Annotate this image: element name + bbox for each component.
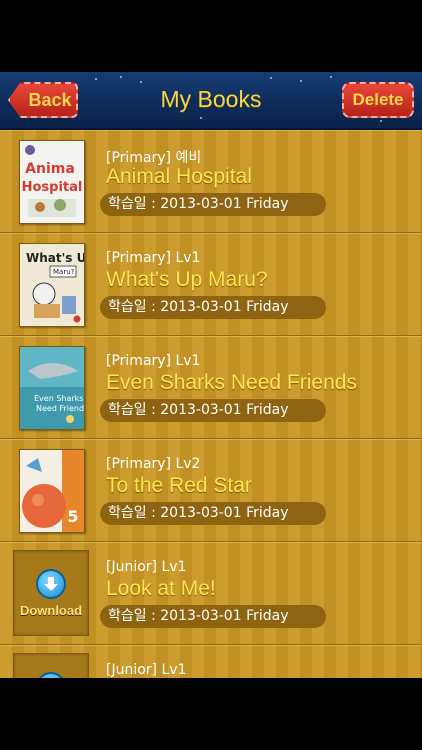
svg-text:Maru?: Maru?	[53, 268, 75, 276]
svg-text:Hospital: Hospital	[22, 180, 83, 195]
download-arrow-icon	[36, 672, 66, 678]
book-row[interactable]: Anima Hospital [Primary] 예비 Animal Hospi…	[0, 130, 422, 233]
book-cover: Anima Hospital	[19, 140, 85, 224]
book-title: Animal Hospital	[106, 165, 252, 188]
book-title: What's Up Maru?	[106, 268, 268, 291]
book-level: [Junior] Lv1	[106, 559, 187, 575]
svg-text:Anima: Anima	[25, 161, 75, 177]
download-button[interactable]	[13, 653, 89, 678]
book-list[interactable]: Anima Hospital [Primary] 예비 Animal Hospi…	[0, 130, 422, 678]
book-level: [Primary] Lv2	[106, 456, 201, 472]
app-screen: My Books Back Delete Anima Hospital [Pri…	[0, 0, 422, 750]
study-date: 학습일 : 2013-03-01 Friday	[100, 296, 326, 319]
book-cover: Even Sharks Need Friends	[19, 346, 85, 430]
svg-text:What's Up: What's Up	[26, 251, 84, 265]
study-date: 학습일 : 2013-03-01 Friday	[100, 399, 326, 422]
svg-text:Even Sharks: Even Sharks	[34, 394, 83, 403]
delete-button[interactable]: Delete	[342, 82, 414, 118]
download-button[interactable]: Download	[13, 550, 89, 636]
book-cover: What's Up Maru?	[19, 243, 85, 327]
book-row[interactable]: Even Sharks Need Friends [Primary] Lv1 E…	[0, 336, 422, 439]
book-row[interactable]: Download [Junior] Lv1 Look at Me! 학습일 : …	[0, 542, 422, 645]
book-level: [Primary] 예비	[106, 150, 202, 166]
book-title: Look at Me!	[106, 577, 216, 600]
book-row[interactable]: What's Up Maru? [Primary] Lv1 What's Up …	[0, 233, 422, 336]
download-arrow-icon	[36, 569, 66, 599]
study-date: 학습일 : 2013-03-01 Friday	[100, 193, 326, 216]
book-row[interactable]: 5 [Primary] Lv2 To the Red Star 학습일 : 20…	[0, 439, 422, 542]
back-button[interactable]: Back	[8, 82, 78, 118]
svg-text:Need Friends: Need Friends	[36, 404, 84, 413]
book-title: Even Sharks Need Friends	[106, 371, 357, 394]
book-level: [Junior] Lv1	[106, 662, 187, 678]
download-label: Download	[19, 603, 83, 618]
book-row[interactable]: [Junior] Lv1	[0, 645, 422, 678]
delete-button-label: Delete	[352, 90, 404, 109]
book-level: [Primary] Lv1	[106, 250, 201, 266]
back-button-label: Back	[28, 89, 72, 110]
study-date: 학습일 : 2013-03-01 Friday	[100, 605, 326, 628]
study-date: 학습일 : 2013-03-01 Friday	[100, 502, 326, 525]
book-level: [Primary] Lv1	[106, 353, 201, 369]
book-cover: 5	[19, 449, 85, 533]
svg-text:5: 5	[67, 507, 78, 526]
book-title: To the Red Star	[106, 474, 252, 497]
